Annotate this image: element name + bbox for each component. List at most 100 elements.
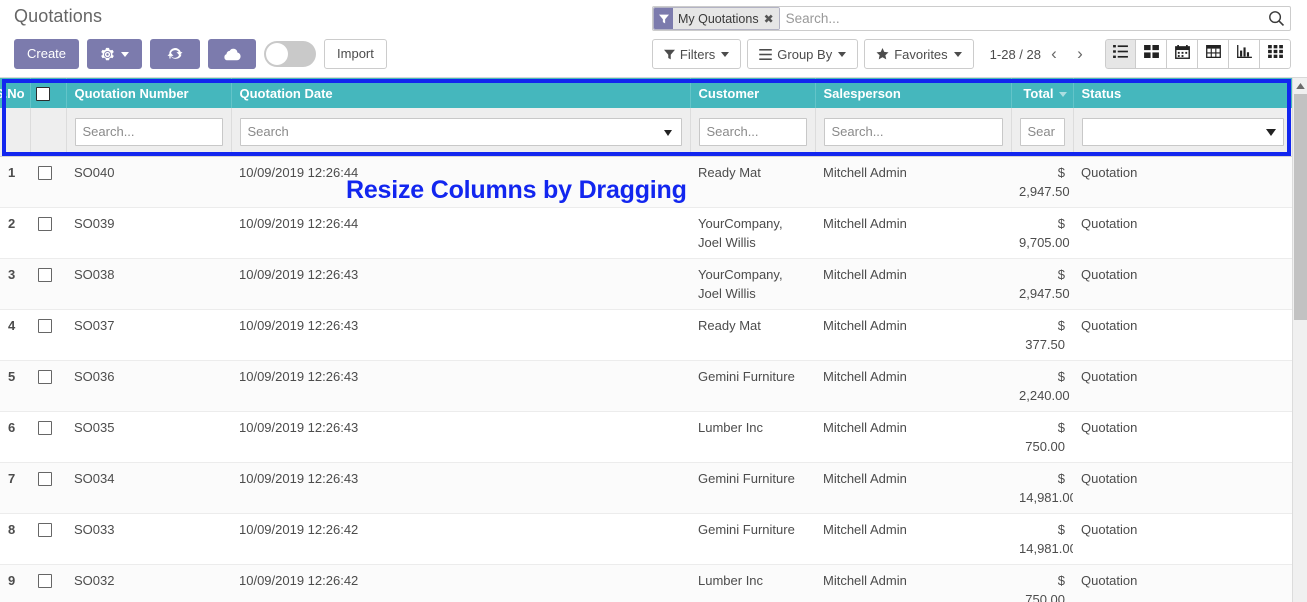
cell-quotation-date[interactable]: 10/09/2019 12:26:43 [231, 411, 690, 462]
cell-quotation-number[interactable]: SO032 [66, 564, 231, 602]
filters-dropdown[interactable]: Filters [652, 39, 741, 69]
cell-total[interactable]: $ 9,705.00 [1011, 207, 1073, 258]
cell-salesperson[interactable]: Mitchell Admin [815, 309, 1011, 360]
cell-quotation-number[interactable]: SO034 [66, 462, 231, 513]
cell-quotation-number[interactable]: SO035 [66, 411, 231, 462]
row-checkbox[interactable] [38, 472, 52, 486]
table-row[interactable]: 3SO03810/09/2019 12:26:43YourCompany, Jo… [0, 258, 1292, 309]
cell-customer[interactable]: YourCompany, Joel Willis [690, 258, 815, 309]
cell-quotation-date[interactable]: 10/09/2019 12:26:44 [231, 207, 690, 258]
export-button[interactable] [208, 39, 256, 69]
cell-quotation-number[interactable]: SO033 [66, 513, 231, 564]
cell-customer[interactable]: Ready Mat [690, 309, 815, 360]
column-header-quotation-number[interactable]: Quotation Number [66, 78, 231, 108]
column-header-total[interactable]: Total [1011, 78, 1073, 108]
cell-quotation-number[interactable]: SO037 [66, 309, 231, 360]
column-header-quotation-date[interactable]: Quotation Date [231, 78, 690, 108]
cell-quotation-date[interactable]: 10/09/2019 12:26:43 [231, 462, 690, 513]
cell-quotation-date[interactable]: 10/09/2019 12:26:43 [231, 360, 690, 411]
cell-status[interactable]: Quotation [1073, 360, 1292, 411]
column-header-salesperson[interactable]: Salesperson [815, 78, 1011, 108]
table-row[interactable]: 4SO03710/09/2019 12:26:43Ready MatMitche… [0, 309, 1292, 360]
cell-total[interactable]: $ 2,240.00 [1011, 360, 1073, 411]
table-row[interactable]: 5SO03610/09/2019 12:26:43Gemini Furnitur… [0, 360, 1292, 411]
cell-total[interactable]: $ 377.50 [1011, 309, 1073, 360]
favorites-dropdown[interactable]: Favorites [864, 39, 973, 69]
cell-status[interactable]: Quotation [1073, 411, 1292, 462]
settings-menu-button[interactable] [87, 39, 142, 69]
table-row[interactable]: 8SO03310/09/2019 12:26:42Gemini Furnitur… [0, 513, 1292, 564]
cell-status[interactable]: Quotation [1073, 156, 1292, 207]
filter-customer-input[interactable] [699, 118, 807, 146]
row-checkbox[interactable] [38, 574, 52, 588]
cell-customer[interactable]: YourCompany, Joel Willis [690, 207, 815, 258]
cell-total[interactable]: $ 750.00 [1011, 411, 1073, 462]
column-header-status[interactable]: Status [1073, 78, 1292, 108]
cell-customer[interactable]: Gemini Furniture [690, 513, 815, 564]
list-view-button[interactable] [1105, 39, 1136, 69]
table-row[interactable]: 1SO04010/09/2019 12:26:44Ready MatMitche… [0, 156, 1292, 207]
chevron-left-icon[interactable]: ‹ [1041, 40, 1067, 68]
cell-quotation-date[interactable]: 10/09/2019 12:26:42 [231, 513, 690, 564]
cell-salesperson[interactable]: Mitchell Admin [815, 258, 1011, 309]
cell-total[interactable]: $ 14,981.00 [1011, 513, 1073, 564]
cell-salesperson[interactable]: Mitchell Admin [815, 564, 1011, 602]
import-button[interactable]: Import [324, 39, 387, 69]
column-header-sno[interactable]: S.No [0, 78, 30, 108]
cell-quotation-date[interactable]: 10/09/2019 12:26:43 [231, 258, 690, 309]
cell-quotation-date[interactable]: 10/09/2019 12:26:43 [231, 309, 690, 360]
cell-status[interactable]: Quotation [1073, 513, 1292, 564]
group-by-dropdown[interactable]: Group By [747, 39, 858, 69]
filter-status-select[interactable] [1082, 118, 1284, 146]
vertical-scrollbar[interactable] [1292, 78, 1307, 602]
cell-status[interactable]: Quotation [1073, 207, 1292, 258]
select-all-checkbox[interactable] [36, 87, 50, 101]
table-row[interactable]: 7SO03410/09/2019 12:26:43Gemini Furnitur… [0, 462, 1292, 513]
search-icon[interactable] [1262, 10, 1290, 27]
caret-up-icon[interactable] [1293, 78, 1307, 93]
cell-total[interactable]: $ 2,947.50 [1011, 156, 1073, 207]
cell-customer[interactable]: Lumber Inc [690, 564, 815, 602]
scrollbar-thumb[interactable] [1294, 94, 1307, 320]
cell-salesperson[interactable]: Mitchell Admin [815, 513, 1011, 564]
table-row[interactable]: 2SO03910/09/2019 12:26:44YourCompany, Jo… [0, 207, 1292, 258]
cell-customer[interactable]: Lumber Inc [690, 411, 815, 462]
cell-salesperson[interactable]: Mitchell Admin [815, 411, 1011, 462]
close-icon[interactable]: ✖ [763, 8, 779, 29]
row-checkbox[interactable] [38, 319, 52, 333]
cell-quotation-number[interactable]: SO040 [66, 156, 231, 207]
activity-view-button[interactable] [1260, 39, 1291, 69]
cell-total[interactable]: $ 14,981.00 [1011, 462, 1073, 513]
cell-salesperson[interactable]: Mitchell Admin [815, 462, 1011, 513]
cell-quotation-date[interactable]: 10/09/2019 12:26:42 [231, 564, 690, 602]
row-checkbox[interactable] [38, 523, 52, 537]
cell-quotation-number[interactable]: SO039 [66, 207, 231, 258]
cell-customer[interactable]: Ready Mat [690, 156, 815, 207]
cell-status[interactable]: Quotation [1073, 309, 1292, 360]
kanban-view-button[interactable] [1136, 39, 1167, 69]
cell-quotation-number[interactable]: SO038 [66, 258, 231, 309]
filter-total-input[interactable] [1020, 118, 1065, 146]
search-input[interactable] [780, 8, 1262, 29]
table-row[interactable]: 6SO03510/09/2019 12:26:43Lumber IncMitch… [0, 411, 1292, 462]
row-checkbox[interactable] [38, 166, 52, 180]
search-facet-my-quotations[interactable]: My Quotations ✖ [653, 7, 780, 30]
cell-customer[interactable]: Gemini Furniture [690, 360, 815, 411]
cell-salesperson[interactable]: Mitchell Admin [815, 156, 1011, 207]
cell-status[interactable]: Quotation [1073, 258, 1292, 309]
row-checkbox[interactable] [38, 421, 52, 435]
pager-value[interactable]: 1-28 / 28 [990, 47, 1041, 62]
cell-quotation-number[interactable]: SO036 [66, 360, 231, 411]
calendar-view-button[interactable] [1167, 39, 1198, 69]
breadcrumb[interactable]: Quotations [14, 4, 102, 28]
column-header-customer[interactable]: Customer [690, 78, 815, 108]
cell-quotation-date[interactable]: 10/09/2019 12:26:44 [231, 156, 690, 207]
list-view-table-container[interactable]: S.No Quotation Number Quotation Date Cus… [0, 78, 1307, 602]
list-toggle-switch[interactable] [264, 41, 316, 67]
cell-salesperson[interactable]: Mitchell Admin [815, 207, 1011, 258]
pivot-view-button[interactable] [1198, 39, 1229, 69]
row-checkbox[interactable] [38, 370, 52, 384]
graph-view-button[interactable] [1229, 39, 1260, 69]
row-checkbox[interactable] [38, 217, 52, 231]
cell-total[interactable]: $ 2,947.50 [1011, 258, 1073, 309]
